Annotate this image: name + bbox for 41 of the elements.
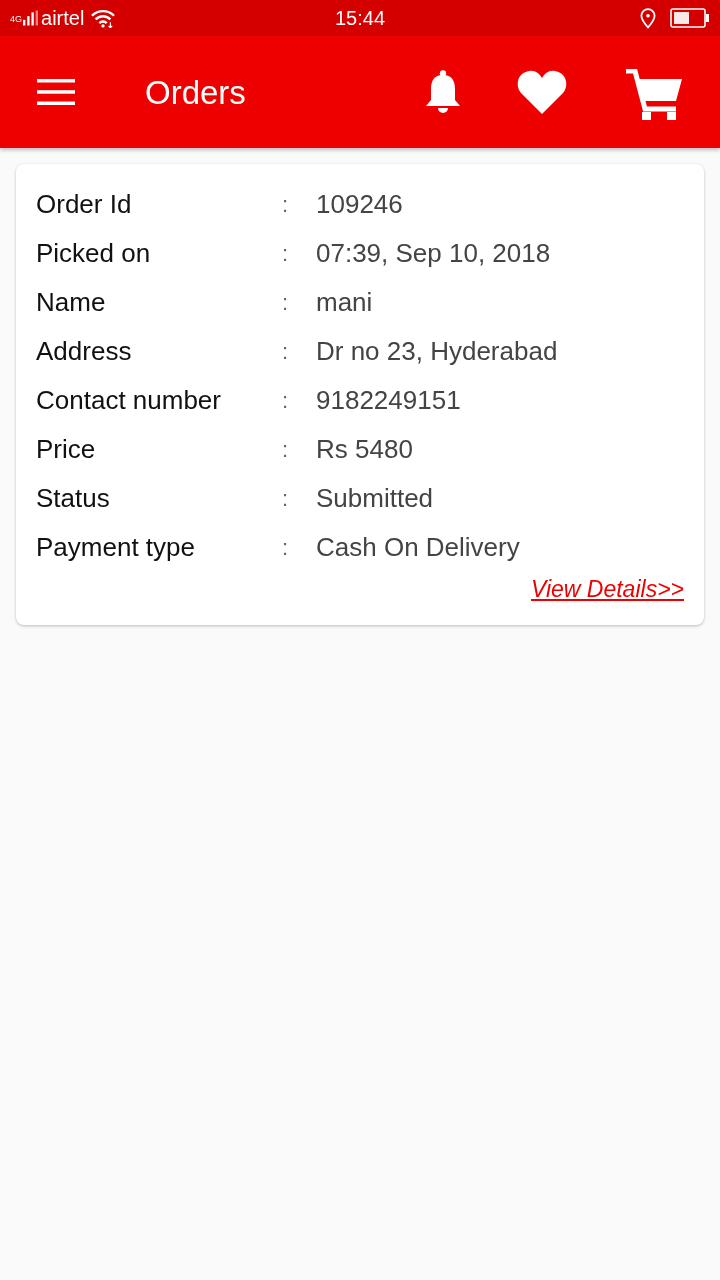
field-value: Submitted (316, 483, 434, 514)
field-value: 07:39, Sep 10, 2018 (316, 238, 551, 269)
field-separator: : (282, 338, 290, 365)
cart-icon (626, 69, 682, 121)
field-label: Address (36, 336, 133, 367)
field-label: Status (36, 483, 111, 514)
field-separator: : (282, 485, 290, 512)
field-separator: : (282, 387, 290, 414)
menu-icon (37, 79, 75, 105)
field-label: Order Id (36, 189, 133, 220)
heart-icon (517, 70, 567, 114)
clock-time: 15:44 (334, 8, 386, 28)
network-type: 4G (10, 15, 22, 24)
field-label: Payment type (36, 532, 196, 563)
field-separator: : (282, 436, 290, 463)
field-value: Cash On Delivery (316, 532, 520, 563)
bell-icon (425, 69, 461, 115)
field-value: Dr no 23, Hyderabad (316, 336, 558, 367)
field-value: mani (316, 287, 373, 318)
cart-button[interactable] (626, 69, 682, 121)
favorites-button[interactable] (517, 70, 567, 114)
field-separator: : (282, 191, 290, 218)
menu-button[interactable] (37, 79, 75, 105)
field-value: 9182249151 (316, 385, 461, 416)
field-label: Picked on (36, 238, 152, 269)
field-label: Price (36, 434, 97, 465)
field-label: Contact number (36, 385, 222, 416)
signal-icon (23, 10, 38, 26)
view-details-link[interactable]: View Details>> (531, 576, 684, 603)
field-separator: : (282, 240, 290, 267)
page-title: Orders (145, 75, 246, 109)
field-label: Name (36, 287, 107, 318)
field-separator: : (282, 534, 290, 561)
notifications-button[interactable] (425, 69, 461, 115)
field-separator: : (282, 289, 290, 316)
carrier-name: airtel (41, 8, 85, 28)
location-icon (640, 7, 656, 29)
field-value: 109246 (316, 189, 403, 220)
battery-icon (670, 8, 710, 28)
field-value: Rs 5480 (316, 434, 413, 465)
wifi-icon (91, 8, 116, 28)
